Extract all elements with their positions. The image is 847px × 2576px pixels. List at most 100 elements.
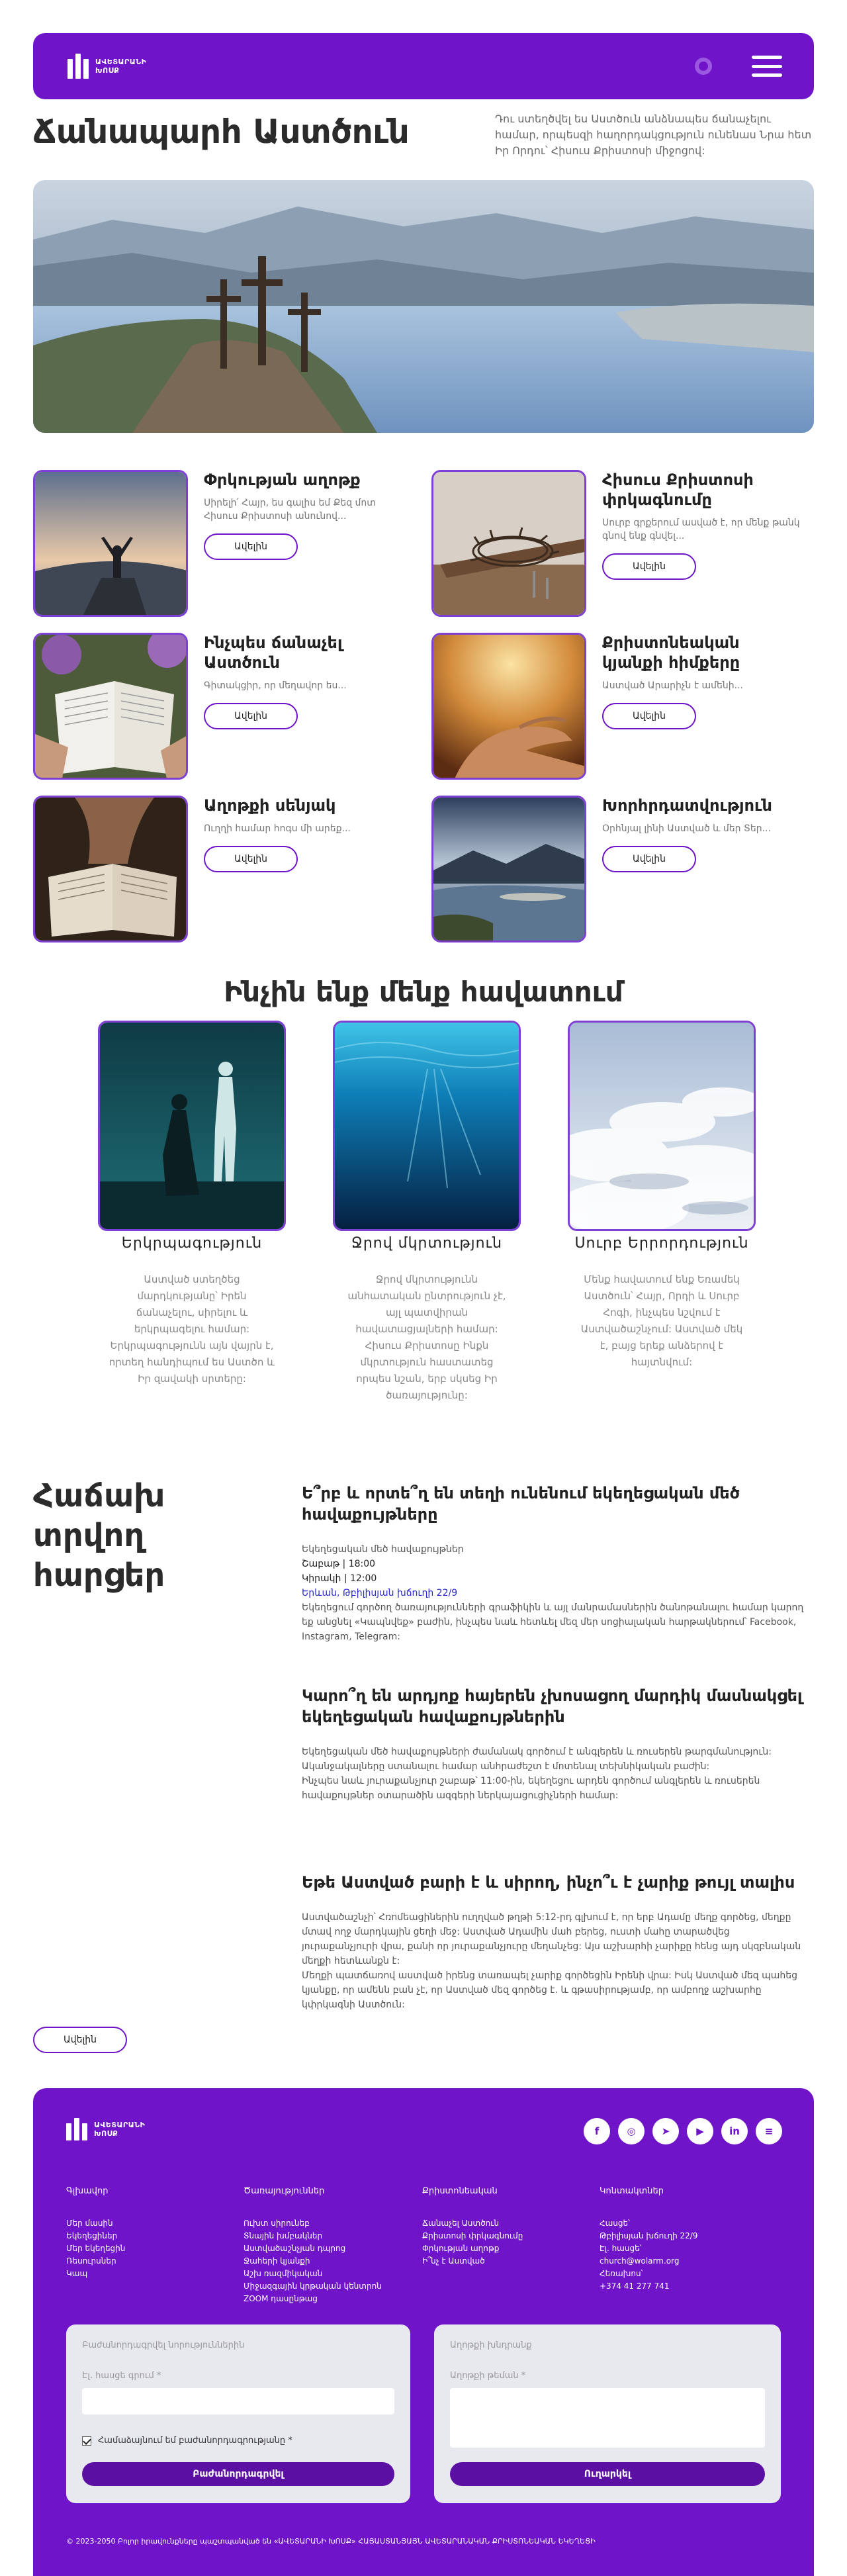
card-title: Քրիստոնեական կյանքի հիմքերը bbox=[602, 633, 740, 672]
beliefs-title: Ինչին ենք մենք հավատում bbox=[224, 976, 623, 1008]
logo-icon bbox=[67, 54, 89, 79]
faq-question[interactable]: Եթե Աստված բարի է և սիրող, ինչո՞ւ է չարի… bbox=[302, 1872, 805, 1893]
checkbox-icon[interactable] bbox=[82, 2436, 91, 2446]
belief-title: Երկրպագություն bbox=[121, 1235, 263, 1252]
prayer-message-label: Աղոթքի թեման * bbox=[450, 2371, 526, 2381]
contact-line: Էլ. հասցե՝ bbox=[600, 2244, 642, 2253]
belief-image bbox=[333, 1021, 521, 1231]
facebook-icon[interactable]: f bbox=[584, 2118, 610, 2144]
card-prayer-room: Աղոթքի սենյակ Ուղղի համար հոգս մի արեք..… bbox=[33, 796, 404, 943]
youtube-icon[interactable]: ▶ bbox=[687, 2118, 713, 2144]
more-button[interactable]: Ավելին bbox=[602, 846, 696, 872]
footer-link[interactable]: Ճանաչել Աստծուն bbox=[422, 2217, 594, 2230]
card-title: Աղոթքի սենյակ bbox=[204, 796, 336, 815]
footer-logo[interactable]: ԱՎԵՏԱՐԱՆԻ ԽՈՍՔ bbox=[66, 2118, 145, 2140]
faq-title: Հաճախ տրվող հարցեր bbox=[33, 1477, 165, 1594]
menu-icon[interactable] bbox=[752, 56, 782, 77]
contact-line[interactable]: church@wolarm.org bbox=[600, 2255, 772, 2268]
more-button[interactable]: Ավելին bbox=[602, 553, 696, 580]
logo-line1: ԱՎԵՏԱՐԱՆԻ bbox=[95, 58, 147, 66]
more-button[interactable]: Ավելին bbox=[204, 846, 298, 872]
belief-text: Ջրով մկրտությունն անհատական ընտրություն … bbox=[347, 1273, 506, 1401]
card-image bbox=[33, 796, 188, 943]
faq-question[interactable]: Ե՞րբ և որտե՞ղ են տեղի ունենում եկեղեցակա… bbox=[302, 1483, 805, 1525]
faq-more-button[interactable]: Ավելին bbox=[33, 2027, 127, 2053]
card-text: Գիտակցիր, որ մեղավոր ես... bbox=[204, 680, 347, 691]
footer-link[interactable]: Աստվածաշնչյան դպրոց bbox=[244, 2242, 416, 2255]
prayer-request-form: Աղոթքի խնդրանք Աղոթքի թեման * Ուղարկել bbox=[434, 2324, 781, 2503]
copyright: © 2023-2050 Բոլոր իրավունքները պաշտպանվա… bbox=[66, 2537, 596, 2546]
footer-link[interactable]: Փրկության աղոթք bbox=[422, 2242, 594, 2255]
belief-baptism: Ջրով մկրտություն Ջրով մկրտությունն անհատ… bbox=[331, 1021, 523, 1404]
faq-item: Եթե Աստված բարի է և սիրող, ինչո՞ւ է չարի… bbox=[302, 1872, 805, 2012]
menu-icon[interactable]: ≡ bbox=[756, 2118, 782, 2144]
subscribe-title: Բաժանորդագրվել նորություններին bbox=[82, 2340, 245, 2350]
footer-link[interactable]: Ի՞նչ է Աստված bbox=[422, 2255, 594, 2268]
footer-column: Գլխավոր Մեր մասին Եկեղեցիներ Մեր եկեղեցի… bbox=[66, 2186, 238, 2280]
footer-link[interactable]: Քրիստոսի փրկագնումը bbox=[422, 2230, 594, 2242]
consent-label: Համաձայնում եմ բաժանորդագրությանը * bbox=[98, 2436, 292, 2446]
footer-column-heading: Ծառայություններ bbox=[244, 2186, 325, 2196]
footer-link[interactable]: Ուխտ սիրունեբ bbox=[244, 2217, 416, 2230]
card-title: Խորհրդատվություն bbox=[602, 796, 772, 815]
footer-column: Ծառայություններ Ուխտ սիրունեբ Տնային խմբ… bbox=[244, 2186, 416, 2305]
footer-link[interactable]: Ռեսուրսներ bbox=[66, 2255, 238, 2268]
footer-link[interactable]: Եկեղեցիներ bbox=[66, 2230, 238, 2242]
card-image bbox=[33, 470, 188, 617]
belief-worship: Երկրպագություն Աստված ստեղծեց մարդկությա… bbox=[96, 1021, 288, 1387]
card-image bbox=[431, 796, 586, 943]
instagram-icon[interactable]: ◎ bbox=[618, 2118, 645, 2144]
prayer-message-field[interactable] bbox=[450, 2388, 765, 2448]
faq-item: Ե՞րբ և որտե՞ղ են տեղի ունենում եկեղեցակա… bbox=[302, 1483, 805, 1644]
more-button[interactable]: Ավելին bbox=[204, 703, 298, 729]
faq-answer: Եկեղեցական մեծ հավաքույթներ Շաբաթ | 18:0… bbox=[302, 1544, 805, 1642]
footer-link[interactable]: Ջահերի կյանքի bbox=[244, 2255, 416, 2268]
site-footer: ԱՎԵՏԱՐԱՆԻ ԽՈՍՔ f ◎ ➤ ▶ in ≡ Գլխավոր Մեր … bbox=[33, 2088, 814, 2576]
address-link[interactable]: Երևան, Թբիլիսյան խճուղի 22/9 bbox=[302, 1586, 805, 1600]
send-button[interactable]: Ուղարկել bbox=[450, 2462, 765, 2486]
email-field[interactable] bbox=[82, 2388, 394, 2415]
contact-line[interactable]: +374 41 277 741 bbox=[600, 2280, 772, 2293]
logo[interactable]: ԱՎԵՏԱՐԱՆԻ ԽՈՍՔ bbox=[67, 54, 146, 79]
more-button[interactable]: Ավելին bbox=[602, 703, 696, 729]
hero-image bbox=[33, 180, 814, 433]
footer-link[interactable]: Մեր եկեղեցին bbox=[66, 2242, 238, 2255]
footer-column: Կոնտակտներ Հասցե՝ Թբիլիսյան խճուղի 22/9 … bbox=[600, 2186, 772, 2293]
footer-link[interactable]: Կապ bbox=[66, 2268, 238, 2280]
page-title: Ճանապարհ Աստծուն bbox=[33, 113, 410, 151]
card-text: Ուղղի համար հոգս մի արեք... bbox=[204, 823, 351, 834]
card-redemption: Հիսուս Քրիստոսի փրկագնումը Սուրբ գրքերու… bbox=[431, 470, 802, 617]
faq-item: Կարո՞ղ են արդյոք հայերեն չխոսացող մարդիկ… bbox=[302, 1685, 805, 1803]
contact-line: Թբիլիսյան խճուղի 22/9 bbox=[600, 2231, 698, 2240]
card-counseling: Խորհրդատվություն Օրհնյալ լինի Աստված և մ… bbox=[431, 796, 802, 943]
contact-line: Հեռախոս՝ bbox=[600, 2269, 643, 2278]
telegram-icon[interactable]: ➤ bbox=[652, 2118, 679, 2144]
user-icon[interactable] bbox=[695, 58, 712, 75]
footer-column-heading: Գլխավոր bbox=[66, 2186, 109, 2196]
footer-column-heading: Կոնտակտներ bbox=[600, 2186, 664, 2196]
footer-link[interactable]: ZOOM դասընթաց bbox=[244, 2293, 416, 2305]
footer-column: Քրիստոնեական Ճանաչել Աստծուն Քրիստոսի փր… bbox=[422, 2186, 594, 2268]
card-title: Ինչպես ճանաչել Աստծուն bbox=[204, 633, 343, 672]
footer-link[interactable]: Մեր մասին bbox=[66, 2217, 238, 2230]
card-know-god: Ինչպես ճանաչել Աստծուն Գիտակցիր, որ մեղա… bbox=[33, 633, 404, 780]
card-image bbox=[33, 633, 188, 780]
card-christian-life: Քրիստոնեական կյանքի հիմքերը Աստված Արարի… bbox=[431, 633, 802, 780]
more-button[interactable]: Ավելին bbox=[204, 533, 298, 560]
belief-text: Աստված ստեղծեց մարդկությանը՝ Իրեն ճանաչե… bbox=[109, 1273, 275, 1385]
hero-lead: Դու ստեղծվել ես Աստծուն անձնապես ճանաչել… bbox=[495, 113, 812, 157]
belief-title: Ջրով մկրտություն bbox=[351, 1235, 503, 1252]
subscribe-button[interactable]: Բաժանորդագրվել bbox=[82, 2462, 394, 2486]
footer-link[interactable]: Միջազգային կրթական կենտրոն bbox=[244, 2280, 416, 2293]
linkedin-icon[interactable]: in bbox=[721, 2118, 748, 2144]
card-text: Սուրբ գրքերում ասված է, որ մենք թանկ գնո… bbox=[602, 518, 800, 541]
footer-link[interactable]: Աշխ ռազմիկական bbox=[244, 2268, 416, 2280]
footer-link[interactable]: Տնային խմբակներ bbox=[244, 2230, 416, 2242]
belief-image bbox=[568, 1021, 756, 1231]
card-text: Օրհնյալ լինի Աստված և մեր Տեր... bbox=[602, 823, 771, 834]
card-text: Սիրելի՛ Հայր, ես գալիս եմ Քեզ մոտ Հիսուս… bbox=[204, 498, 376, 522]
consent-checkbox[interactable]: Համաձայնում եմ բաժանորդագրությանը * bbox=[82, 2436, 292, 2446]
card-salvation-prayer: Փրկության աղոթք Սիրելի՛ Հայր, ես գալիս ե… bbox=[33, 470, 404, 617]
belief-title: Սուրբ Երրորդություն bbox=[574, 1235, 749, 1252]
faq-question[interactable]: Կարո՞ղ են արդյոք հայերեն չխոսացող մարդիկ… bbox=[302, 1685, 805, 1727]
